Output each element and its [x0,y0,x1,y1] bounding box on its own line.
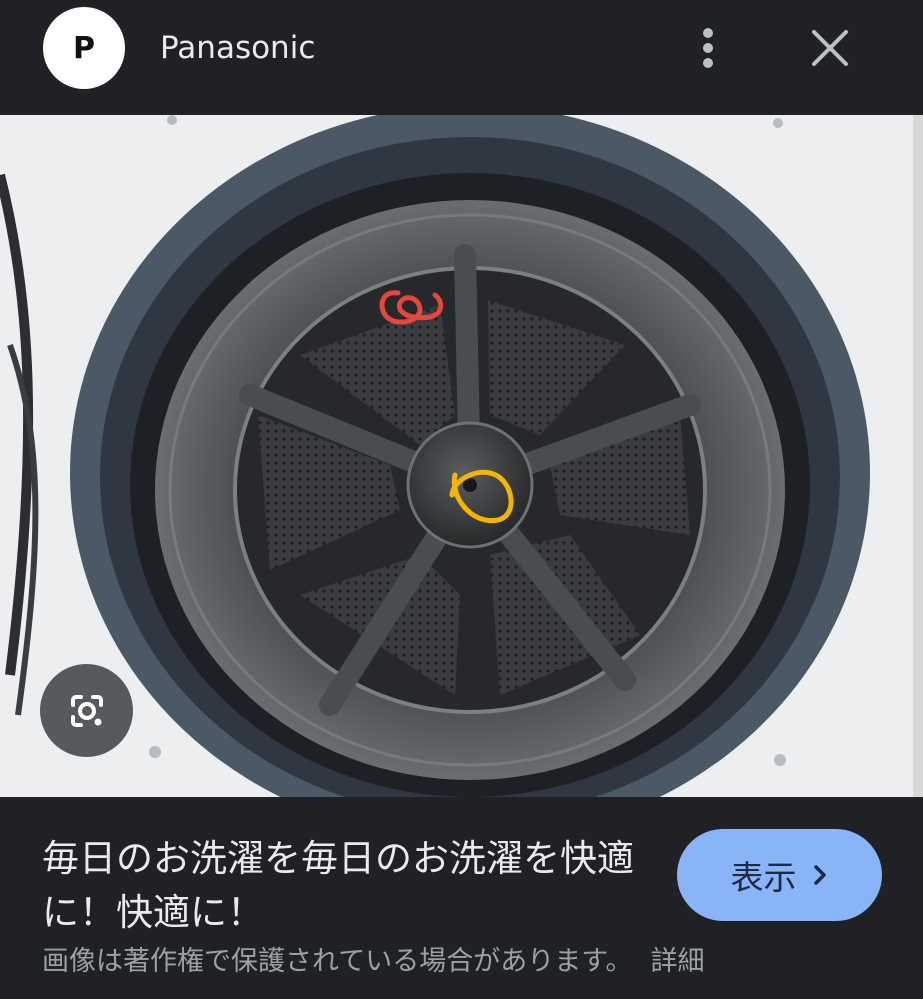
site-name[interactable]: Panasonic [160,26,315,70]
google-lens-button[interactable] [40,664,133,757]
copyright-notice: 画像は著作権で保護されている場合があります。 詳細 [42,940,705,984]
chevron-right-icon [813,865,826,885]
scrollbar[interactable] [913,115,923,805]
close-icon[interactable] [808,26,852,70]
copyright-text: 画像は著作権で保護されている場合があります。 [42,946,633,977]
image-title[interactable]: 毎日のお洗濯を毎日のお洗濯を快適に！快適に！ [42,832,642,940]
details-link[interactable]: 詳細 [651,946,705,977]
site-avatar[interactable]: P [43,7,125,89]
google-lens-icon [70,694,103,727]
preview-image [0,115,913,797]
washer-drum-image [0,115,913,797]
more-vert-icon[interactable] [690,26,726,70]
viewer-header: P Panasonic [0,0,923,115]
view-button[interactable]: 表示 [677,829,882,921]
view-button-label: 表示 [730,858,797,897]
avatar-letter: P [73,30,95,66]
